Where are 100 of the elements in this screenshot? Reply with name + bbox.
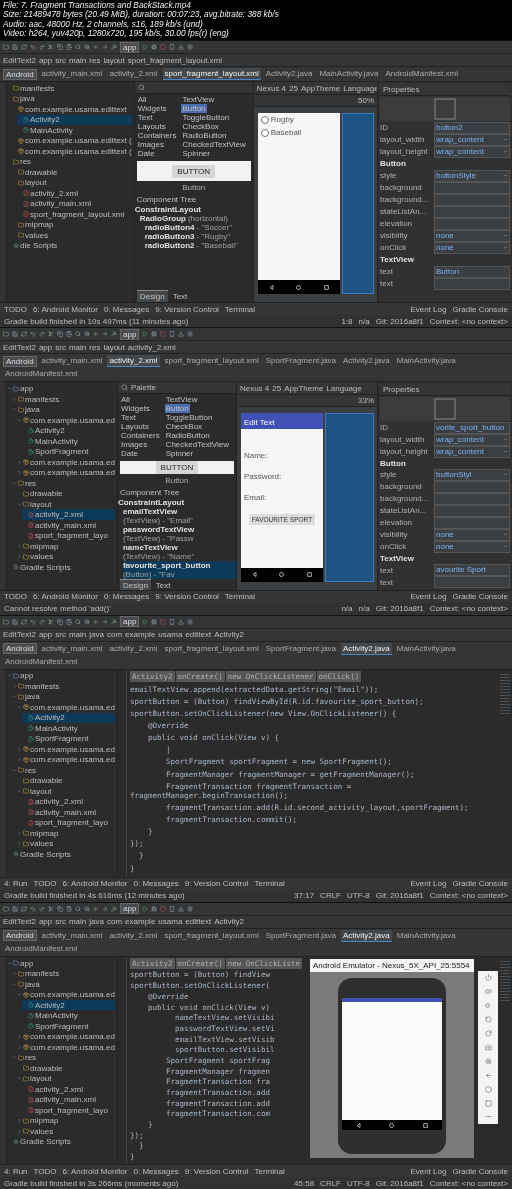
- breadcrumb-item[interactable]: usama: [158, 630, 183, 639]
- palette-widget[interactable]: TextView: [164, 395, 199, 405]
- search-icon[interactable]: [75, 331, 81, 338]
- tool-window-button[interactable]: Event Log: [410, 592, 447, 601]
- radio-button[interactable]: [260, 128, 269, 137]
- undo-icon[interactable]: [30, 618, 36, 625]
- sync-icon[interactable]: [21, 905, 27, 912]
- editor-tab[interactable]: Text: [169, 290, 191, 303]
- back-icon[interactable]: [356, 1122, 362, 1128]
- palette-category[interactable]: Containers: [136, 131, 178, 140]
- undo-icon[interactable]: [30, 44, 36, 50]
- redo-icon[interactable]: [39, 44, 45, 50]
- save-icon[interactable]: [12, 618, 18, 625]
- run-config-dropdown[interactable]: app: [120, 616, 140, 627]
- tree-item[interactable]: app: [7, 670, 115, 681]
- tree-item[interactable]: com.example.usama.ed: [17, 1041, 115, 1053]
- tool-window-button[interactable]: Event Log: [410, 1166, 447, 1176]
- tree-item[interactable]: SportFragment: [22, 1020, 115, 1032]
- file-tab[interactable]: activity_2.xml: [107, 929, 160, 942]
- property-field[interactable]: buttonStyl: [434, 468, 510, 481]
- tool-window-button[interactable]: Terminal: [254, 879, 285, 889]
- camera-icon[interactable]: [484, 1043, 492, 1051]
- settings-icon[interactable]: [187, 44, 194, 50]
- palette-category[interactable]: Text: [119, 413, 137, 423]
- breadcrumb-item[interactable]: layout: [103, 55, 125, 65]
- palette-category[interactable]: All: [136, 95, 148, 104]
- toolbar-dropdown[interactable]: AppTheme: [284, 383, 324, 393]
- file-tab[interactable]: SportFragment.java: [263, 355, 339, 368]
- tree-item[interactable]: Activity2: [22, 712, 115, 723]
- tool-window-button[interactable]: 9: Version Control: [155, 592, 219, 601]
- search-icon[interactable]: [75, 44, 81, 50]
- run-config-dropdown[interactable]: app: [120, 903, 140, 915]
- breadcrumb-item[interactable]: main: [68, 342, 87, 352]
- tree-item[interactable]: activity_2.xml: [17, 188, 132, 199]
- view-mode-dropdown[interactable]: Android: [3, 643, 37, 654]
- tool-window-button[interactable]: 6: Android Monitor: [32, 592, 98, 601]
- tree-item[interactable]: drawable: [17, 775, 115, 786]
- palette-category[interactable]: Layouts: [136, 122, 167, 131]
- tool-window-button[interactable]: 9: Version Control: [184, 1166, 249, 1176]
- palette-widget[interactable]: CheckBox: [164, 422, 204, 432]
- tree-item[interactable]: sport_fragment_layo: [22, 530, 115, 541]
- file-tab[interactable]: activity_2.xml: [107, 355, 160, 368]
- stop-icon[interactable]: [160, 331, 167, 338]
- chevron-down-icon[interactable]: [12, 1055, 17, 1060]
- breadcrumb-item[interactable]: EditText2: [3, 630, 36, 639]
- paste-icon[interactable]: [66, 331, 72, 338]
- search-icon[interactable]: [120, 384, 128, 392]
- palette-category[interactable]: Date: [136, 149, 156, 158]
- paste-icon[interactable]: [66, 905, 72, 912]
- tree-item[interactable]: mipmap: [17, 828, 115, 839]
- tool-window-button[interactable]: 6: Android Monitor: [62, 1166, 128, 1176]
- tree-item[interactable]: activity_main.xml: [22, 807, 115, 818]
- zoom-icon[interactable]: [484, 1057, 492, 1065]
- property-field[interactable]: buttonStyle: [434, 169, 510, 182]
- tree-item[interactable]: com.example.usama.ed: [17, 456, 115, 468]
- tree-item[interactable]: values: [12, 230, 132, 241]
- stop-icon[interactable]: [160, 905, 167, 912]
- tree-item[interactable]: Activity2: [22, 425, 115, 436]
- palette-category[interactable]: Containers: [119, 431, 161, 441]
- chevron-down-icon[interactable]: [12, 981, 17, 987]
- file-tab[interactable]: activity_2.xml: [107, 642, 160, 655]
- tree-item[interactable]: MainActivity: [22, 723, 115, 734]
- breadcrumb-item[interactable]: java: [89, 630, 104, 639]
- tree-item[interactable]: manifests: [12, 681, 115, 692]
- cut-icon[interactable]: [48, 331, 54, 338]
- tree-item[interactable]: java: [7, 93, 132, 104]
- chevron-right-icon[interactable]: [17, 554, 22, 559]
- breadcrumb-item[interactable]: sport_fragment_layout.xml: [127, 55, 223, 65]
- breadcrumb-item[interactable]: main: [68, 630, 87, 639]
- breadcrumb-item[interactable]: Activity2: [214, 917, 244, 927]
- tool-window-button[interactable]: 0: Messages: [133, 1166, 179, 1176]
- tree-item[interactable]: com.example.usama.edittext (: [12, 146, 132, 157]
- chevron-right-icon[interactable]: [12, 971, 17, 976]
- tree-item[interactable]: dle Scripts: [7, 240, 132, 251]
- breadcrumb-item[interactable]: src: [55, 342, 66, 352]
- copy-icon[interactable]: [57, 905, 63, 912]
- breadcrumb-item[interactable]: EditText2: [3, 55, 36, 65]
- chevron-down-icon[interactable]: [12, 407, 17, 412]
- run-icon[interactable]: [142, 331, 149, 338]
- palette-category[interactable]: Images: [119, 440, 149, 450]
- breadcrumb-item[interactable]: layout: [103, 342, 125, 352]
- breadcrumb-item[interactable]: com: [106, 917, 123, 927]
- tool-window-button[interactable]: Gradle Console: [452, 879, 508, 889]
- tree-item[interactable]: java: [12, 978, 115, 990]
- tool-window-button[interactable]: TODO: [4, 592, 27, 601]
- tool-window-button[interactable]: Terminal: [224, 592, 256, 601]
- folder-icon[interactable]: [3, 44, 9, 50]
- tree-item[interactable]: drawable: [17, 488, 115, 499]
- property-field[interactable]: button2: [434, 121, 510, 134]
- component-tree-item[interactable]: emailTextView (TextView) - "Email": [122, 507, 236, 526]
- folder-icon[interactable]: [3, 331, 9, 338]
- palette-widget[interactable]: Spinner: [181, 149, 211, 158]
- file-tab[interactable]: AndroidManifest.xml: [383, 68, 460, 80]
- file-tab[interactable]: AndroidManifest.xml: [3, 368, 80, 381]
- chevron-right-icon[interactable]: [17, 841, 22, 847]
- tool-window-button[interactable]: Gradle Console: [452, 592, 508, 601]
- tool-window-button[interactable]: Gradle Console: [452, 1166, 508, 1176]
- toolbar-dropdown[interactable]: Nexus 4: [256, 83, 287, 93]
- save-icon[interactable]: [12, 331, 18, 338]
- chevron-right-icon[interactable]: [12, 396, 17, 402]
